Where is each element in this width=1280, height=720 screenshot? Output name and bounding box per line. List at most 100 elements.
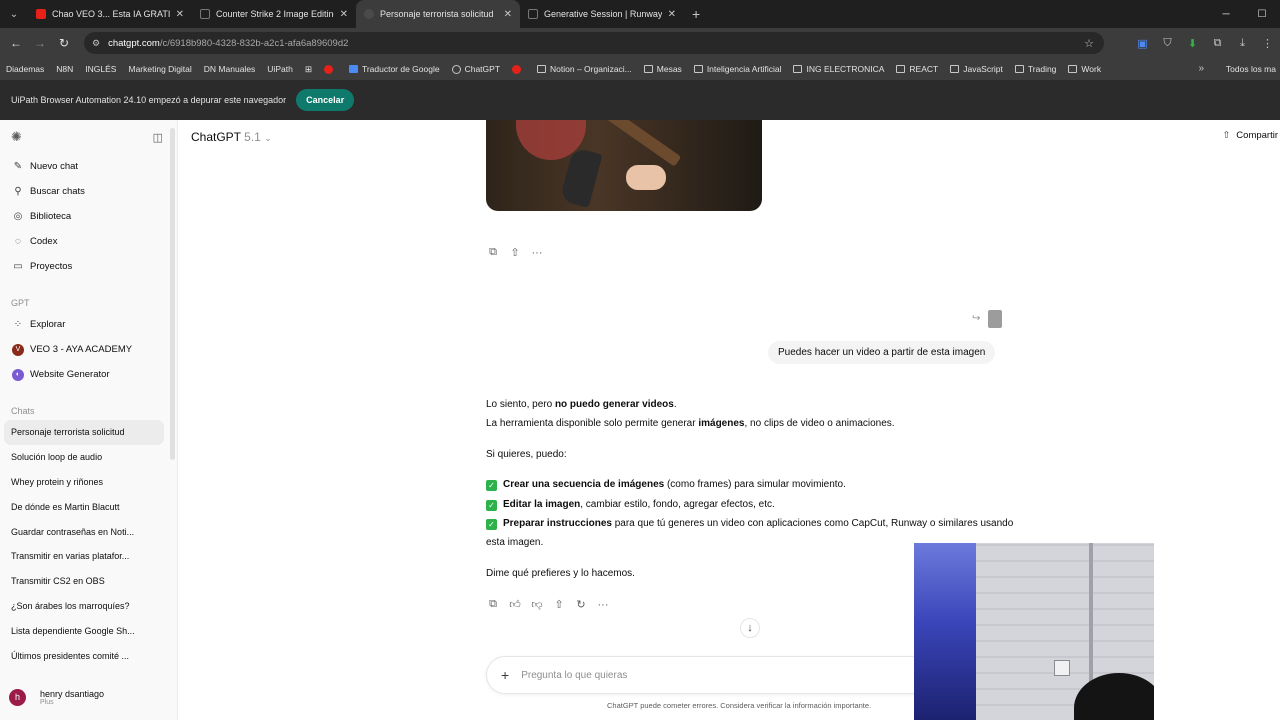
- browser-tab-1[interactable]: Chao VEO 3... Esta IA GRATIS c ✕: [28, 0, 192, 28]
- sidebar-item-new-chat[interactable]: ✎ Nuevo chat: [0, 154, 177, 179]
- thumbs-down-icon[interactable]: 👎︎: [526, 598, 548, 611]
- bookmark-dn-manuales[interactable]: DN Manuales: [204, 64, 256, 74]
- chevron-right-icon[interactable]: »: [1198, 58, 1204, 80]
- shield-icon[interactable]: ⛉: [1155, 37, 1180, 50]
- site-icon: [200, 9, 210, 19]
- browser-tab-3[interactable]: Personaje terrorista solicitud ✕: [356, 0, 520, 28]
- attached-image-thumbnail[interactable]: [988, 310, 1002, 328]
- bookmark-notion[interactable]: Notion – Organizaci...: [537, 64, 632, 74]
- youtube-icon: [36, 9, 46, 19]
- sidebar-item-explore[interactable]: ⁘ Explorar: [0, 312, 177, 337]
- bookmark-ingles[interactable]: INGLÉS: [85, 64, 116, 74]
- bookmark-marketing[interactable]: Marketing Digital: [128, 64, 191, 74]
- sidebar-scrollbar[interactable]: [170, 128, 175, 460]
- maximize-icon[interactable]: ☐: [1244, 9, 1280, 20]
- more-icon[interactable]: ···: [526, 247, 548, 259]
- chat-item[interactable]: Lista dependiente Google Sh...: [4, 618, 164, 643]
- user-name: henry dsantiago: [40, 688, 105, 699]
- sidebar-item-codex[interactable]: ◌ Codex: [0, 229, 177, 254]
- bookmark-javascript[interactable]: JavaScript: [950, 64, 1003, 74]
- browser-tab-4[interactable]: Generative Session | Runway AI ✕: [520, 0, 684, 28]
- close-tab-icon[interactable]: ✕: [176, 9, 184, 20]
- regenerate-icon[interactable]: ↻: [570, 598, 592, 611]
- apps-grid-icon[interactable]: ⊞: [305, 64, 312, 75]
- thumbs-up-icon[interactable]: 👍︎: [504, 598, 526, 611]
- search-icon: ⚲: [14, 186, 22, 197]
- bookmark-uipath[interactable]: UiPath: [267, 64, 293, 74]
- close-tab-icon[interactable]: ✕: [340, 9, 348, 20]
- gpt-section-label: GPT: [11, 298, 30, 308]
- folder-icon: [896, 65, 906, 73]
- model-selector[interactable]: ChatGPT 5.1 ⌄: [191, 130, 272, 144]
- close-tab-icon[interactable]: ✕: [504, 9, 512, 20]
- bookmark-mesas[interactable]: Mesas: [643, 64, 682, 74]
- youtube-bookmark-icon[interactable]: [323, 64, 337, 74]
- url-field[interactable]: ⚙ chatgpt.com/c/6918b980-4328-832b-a2c1-…: [84, 32, 1104, 54]
- automation-infobar: UiPath Browser Automation 24.10 empezó a…: [0, 80, 1280, 120]
- bookmark-work[interactable]: Work: [1068, 64, 1101, 74]
- chat-item[interactable]: Personaje terrorista solicitud: [4, 420, 164, 445]
- reload-icon[interactable]: ↻: [52, 36, 76, 50]
- sidebar-header: ✺ ◫: [0, 120, 177, 154]
- bookmark-n8n[interactable]: N8N: [56, 64, 73, 74]
- folder-icon: [793, 65, 803, 73]
- chat-item[interactable]: Transmitir en varias platafor...: [4, 544, 164, 569]
- chat-item[interactable]: Whey protein y riñones: [4, 470, 164, 495]
- sidebar-toggle-icon[interactable]: ◫: [153, 131, 163, 144]
- sidebar-item-search[interactable]: ⚲ Buscar chats: [0, 179, 177, 204]
- share-icon[interactable]: ⇧: [548, 598, 570, 611]
- bookmark-diademas[interactable]: Diademas: [6, 64, 44, 74]
- user-profile[interactable]: h henry dsantiago Plus: [0, 682, 178, 712]
- bookmark-star-icon[interactable]: ☆: [1084, 37, 1094, 50]
- extension-icon[interactable]: ▣: [1130, 37, 1155, 50]
- chat-item[interactable]: De dónde es Martin Blacutt: [4, 494, 164, 519]
- sidebar-item-projects[interactable]: ▭ Proyectos: [0, 254, 177, 279]
- share-button[interactable]: ⇧ Compartir: [1222, 130, 1278, 141]
- folder-icon: [643, 65, 653, 73]
- openai-logo-icon[interactable]: ✺: [11, 129, 22, 145]
- download-arrow-icon[interactable]: ⬇: [1180, 37, 1205, 50]
- site-info-icon[interactable]: ⚙: [92, 38, 100, 49]
- puzzle-icon[interactable]: ⧉: [1205, 37, 1230, 50]
- sidebar-item-website-generator[interactable]: ◐ Website Generator: [0, 362, 177, 387]
- profile-icon[interactable]: ⋮: [1255, 37, 1280, 50]
- chats-section-label: Chats: [11, 406, 35, 416]
- sidebar-item-library[interactable]: ◎ Biblioteca: [0, 204, 177, 229]
- youtube-bookmark-icon[interactable]: [512, 64, 525, 74]
- more-icon[interactable]: ···: [592, 599, 614, 611]
- back-icon[interactable]: ←: [4, 36, 28, 50]
- bookmark-ia[interactable]: Inteligencia Artificial: [693, 64, 781, 74]
- tab-search-icon[interactable]: ⌄: [0, 0, 28, 28]
- minimize-icon[interactable]: ─: [1208, 9, 1244, 20]
- chat-item[interactable]: Transmitir CS2 en OBS: [4, 569, 164, 594]
- prompt-input[interactable]: [521, 669, 882, 681]
- share-icon[interactable]: ⇧: [504, 246, 526, 259]
- close-tab-icon[interactable]: ✕: [668, 9, 676, 20]
- scroll-down-button[interactable]: ↓: [740, 618, 760, 638]
- chat-item[interactable]: Últimos presidentes comité ...: [4, 643, 164, 668]
- new-tab-icon[interactable]: +: [692, 6, 700, 22]
- sidebar-item-veo3[interactable]: V VEO 3 - AYA ACADEMY: [0, 337, 177, 362]
- browser-tab-2[interactable]: Counter Strike 2 Image Editing ✕: [192, 0, 356, 28]
- address-bar-row: ← → ↻ ⚙ chatgpt.com/c/6918b980-4328-832b…: [0, 28, 1280, 58]
- bookmark-trading[interactable]: Trading: [1014, 64, 1056, 74]
- browser-tab-bar: ⌄ Chao VEO 3... Esta IA GRATIS c ✕ Count…: [0, 0, 1280, 28]
- copy-icon[interactable]: ⧉: [482, 246, 504, 259]
- chat-item[interactable]: Solución loop de audio: [4, 445, 164, 470]
- downloads-icon[interactable]: ⤓: [1230, 37, 1255, 50]
- plus-icon[interactable]: +: [501, 667, 509, 683]
- chat-item[interactable]: ¿Son árabes los marroquíes?: [4, 594, 164, 619]
- forward-icon[interactable]: →: [28, 36, 52, 50]
- bookmark-all[interactable]: Todos los ma: [1225, 58, 1280, 80]
- generated-image[interactable]: [486, 120, 762, 211]
- bookmark-chatgpt[interactable]: ChatGPT: [451, 64, 500, 74]
- reply-arrow-icon: ↪: [972, 313, 981, 324]
- chat-item[interactable]: Guardar contraseñas en Noti...: [4, 519, 164, 544]
- cancel-button[interactable]: Cancelar: [296, 89, 355, 111]
- bookmark-traductor[interactable]: Traductor de Google: [348, 64, 440, 74]
- folder-icon: [1068, 65, 1078, 73]
- copy-icon[interactable]: ⧉: [482, 598, 504, 611]
- bookmark-ing-electronica[interactable]: ING ELECTRONICA: [793, 64, 884, 74]
- window-controls: ─ ☐: [1208, 0, 1280, 28]
- bookmark-react[interactable]: REACT: [896, 64, 938, 74]
